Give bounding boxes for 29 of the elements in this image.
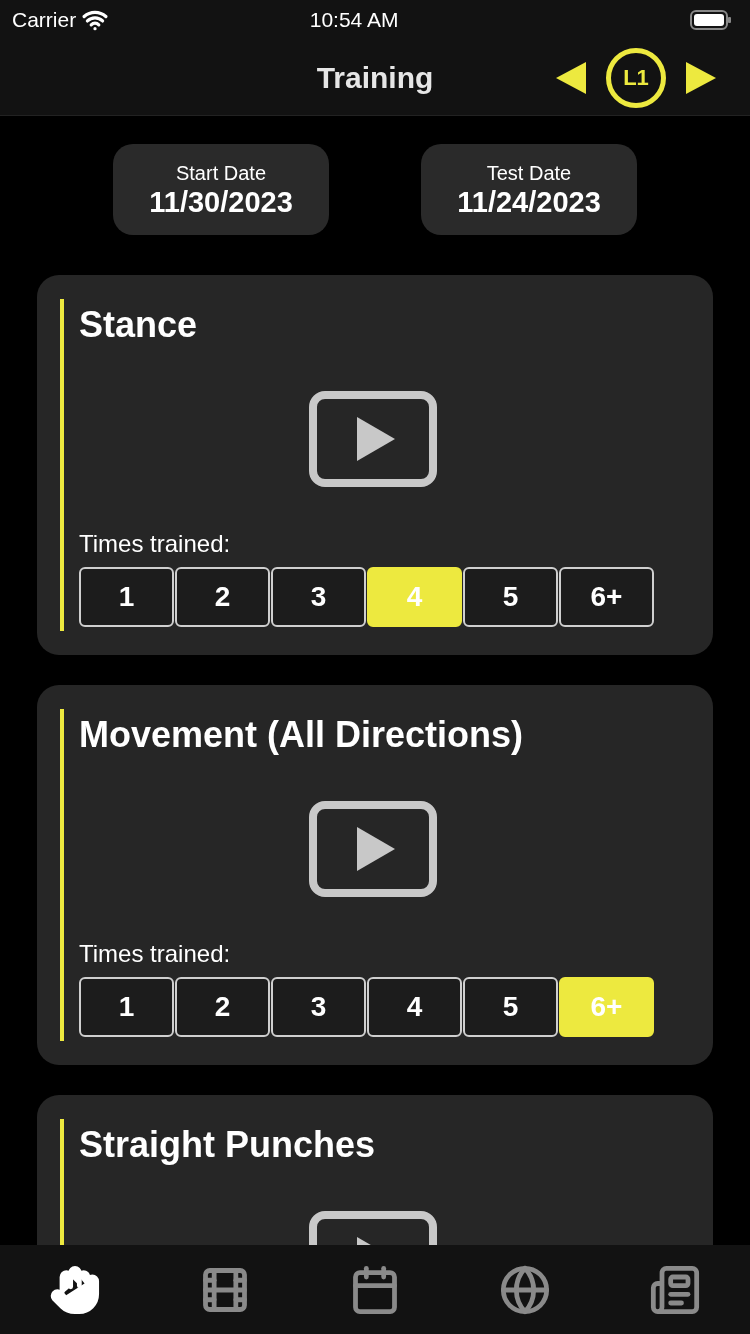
drill-title: Straight Punches bbox=[79, 1123, 377, 1167]
times-trained-label: Times trained: bbox=[79, 529, 232, 559]
drill-title: Movement (All Directions) bbox=[79, 713, 525, 757]
video-play-icon[interactable] bbox=[308, 801, 437, 897]
count-option[interactable]: 4 bbox=[367, 977, 462, 1037]
date-button[interactable]: Start Date 11/30/2023 bbox=[113, 144, 329, 235]
status-time: 10:54 AM bbox=[308, 7, 400, 34]
globe-tab[interactable] bbox=[499, 1263, 551, 1316]
times-trained-label: Times trained: bbox=[79, 939, 232, 969]
newspaper-tab[interactable] bbox=[649, 1263, 701, 1316]
next-level-icon[interactable] bbox=[686, 61, 716, 94]
count-option[interactable]: 6+ bbox=[559, 567, 654, 627]
level-badge: L1 bbox=[606, 47, 666, 108]
drill-title: Stance bbox=[79, 303, 199, 347]
battery-icon bbox=[690, 10, 732, 30]
carrier-label: Carrier bbox=[12, 7, 77, 34]
count-option[interactable]: 3 bbox=[271, 977, 366, 1037]
date-button[interactable]: Test Date 11/24/2023 bbox=[421, 144, 637, 235]
video-play-icon[interactable] bbox=[308, 391, 437, 487]
fist-tab[interactable] bbox=[49, 1263, 101, 1316]
count-option[interactable]: 2 bbox=[175, 567, 270, 627]
count-option[interactable]: 5 bbox=[463, 977, 558, 1037]
count-option[interactable]: 1 bbox=[79, 977, 174, 1037]
count-option[interactable]: 3 bbox=[271, 567, 366, 627]
previous-level-icon[interactable] bbox=[556, 61, 586, 94]
count-option[interactable]: 1 bbox=[79, 567, 174, 627]
count-option[interactable]: 2 bbox=[175, 977, 270, 1037]
screen-title: Training bbox=[316, 60, 434, 96]
count-option[interactable]: 5 bbox=[463, 567, 558, 627]
